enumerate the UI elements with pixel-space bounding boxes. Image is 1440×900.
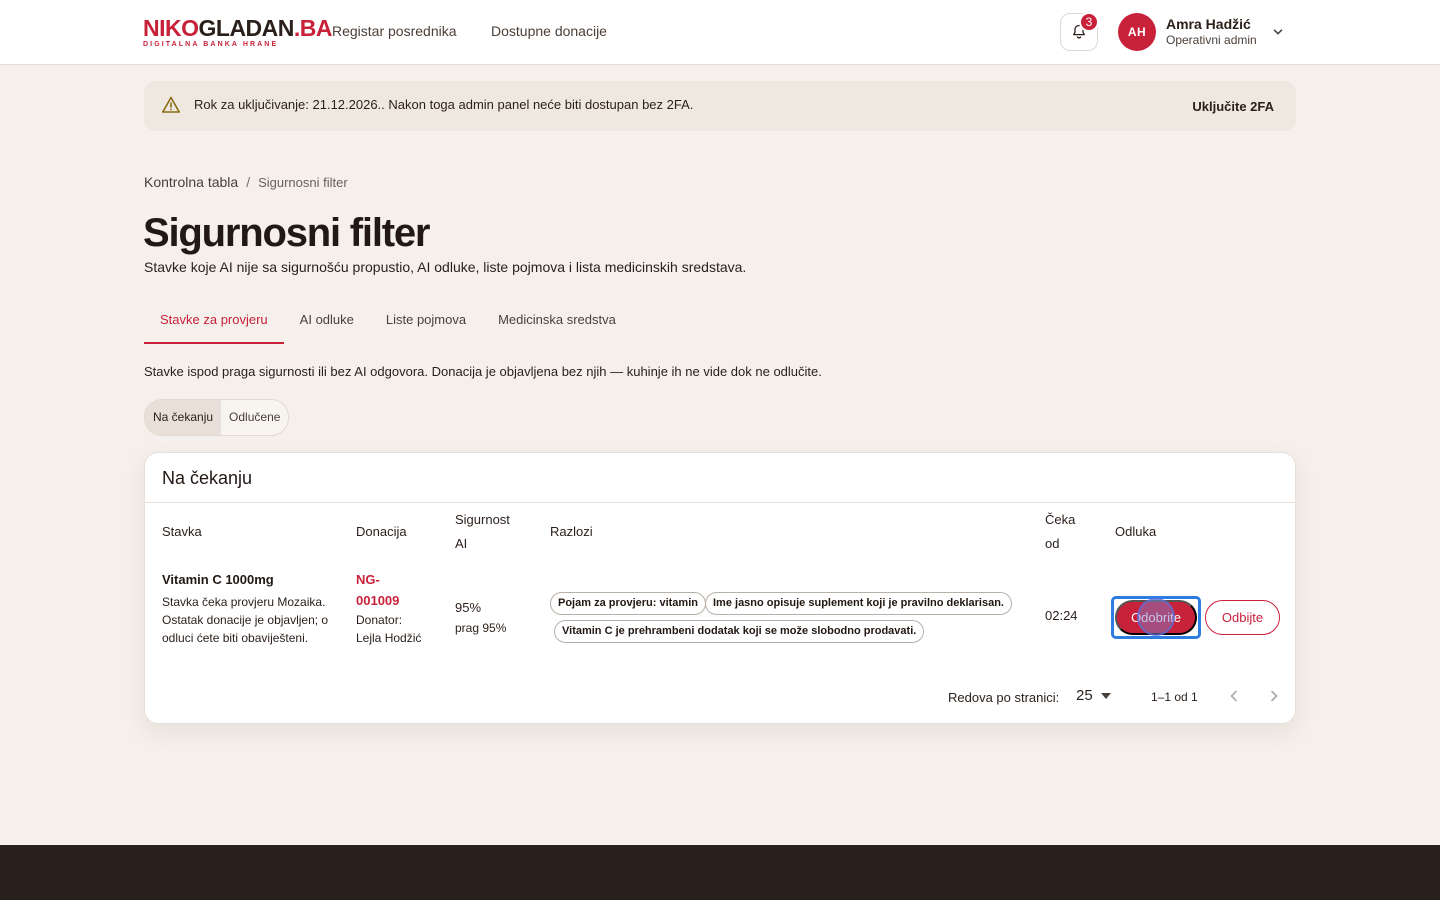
- chevron-right-icon[interactable]: [1267, 689, 1281, 703]
- logo[interactable]: NIKOGLADAN.BA DIGITALNA BANKA HRANE: [143, 15, 333, 49]
- pending-card: Na čekanju Stavka Donacija Sigurnost AI R…: [144, 452, 1296, 724]
- enable-2fa-link[interactable]: Uključite 2FA: [1192, 99, 1274, 114]
- item-description: Stavka čeka provjeru Mozaika. Ostatak do…: [162, 595, 329, 645]
- column-header-item: Stavka: [162, 524, 202, 539]
- donor-name: Donator: Lejla Hodžić: [356, 613, 422, 645]
- user-name[interactable]: Amra Hadžić: [1166, 16, 1251, 32]
- reason-chip: Vitamin C je prehrambeni dodatak koji se…: [554, 620, 925, 643]
- page-subtitle: Stavke koje AI nije sa sigurnošću propus…: [144, 259, 747, 275]
- tab-ai-odluke[interactable]: AI odluke: [284, 300, 370, 344]
- card-title: Na čekanju: [162, 468, 253, 488]
- card-divider: [145, 502, 1295, 503]
- rows-per-page-label: Redova po stranici:: [948, 690, 1060, 705]
- breadcrumb-home[interactable]: Kontrolna tabla: [144, 174, 238, 190]
- segment-pending[interactable]: Na čekanju: [145, 400, 222, 435]
- tab-medicinska-sredstva[interactable]: Medicinska sredstva: [482, 300, 632, 344]
- twofa-alert: Rok za uključivanje: 21.12.2026.. Nakon …: [144, 81, 1296, 131]
- column-header-confidence: Sigurnost AI: [455, 512, 510, 551]
- top-header: NIKOGLADAN.BA DIGITALNA BANKA HRANE Regi…: [0, 0, 1440, 65]
- donation-id-link[interactable]: NG-001009: [356, 569, 416, 611]
- rows-per-page-value: 25: [1076, 687, 1093, 704]
- tab-stavke-za-provjeru[interactable]: Stavke za provjeru: [144, 300, 284, 344]
- breadcrumb: Kontrolna tabla / Sigurnosni filter: [144, 174, 348, 190]
- tab-bar: Stavke za provjeru AI odluke Liste pojmo…: [144, 300, 632, 344]
- logo-tagline: DIGITALNA BANKA HRANE: [143, 41, 279, 48]
- tab-liste-pojmova[interactable]: Liste pojmova: [370, 300, 482, 344]
- chevron-left-icon[interactable]: [1227, 689, 1241, 703]
- reason-chip: Pojam za provjeru: vitamin: [550, 592, 706, 615]
- notification-badge: 3: [1079, 12, 1099, 32]
- segment-decided[interactable]: Odlučene: [221, 400, 288, 435]
- column-header-waiting: Čeka od: [1045, 512, 1076, 551]
- rows-per-page-select[interactable]: 25: [1076, 687, 1111, 704]
- logo-wordmark: NIKOGLADAN.BA: [143, 15, 333, 41]
- ai-confidence: 95%: [455, 600, 482, 615]
- breadcrumb-current: Sigurnosni filter: [258, 174, 348, 190]
- reject-button[interactable]: Odbijte: [1205, 600, 1280, 635]
- reason-chip: Ime jasno opisuje suplement koji je prav…: [705, 592, 1012, 615]
- chevron-down-icon[interactable]: [1272, 26, 1284, 38]
- column-header-decision: Odluka: [1115, 524, 1157, 539]
- pagination-range: 1–1 od 1: [1151, 690, 1198, 704]
- approve-button[interactable]: Odobrite: [1115, 600, 1197, 635]
- confidence-threshold: prag 95%: [455, 621, 507, 635]
- alert-text: Rok za uključivanje: 21.12.2026.. Nakon …: [194, 97, 694, 112]
- nav-dostupne-donacije[interactable]: Dostupne donacije: [491, 23, 607, 39]
- user-role: Operativni admin: [1166, 33, 1257, 47]
- warning-icon: [162, 96, 180, 113]
- avatar[interactable]: AH: [1118, 13, 1156, 51]
- waiting-time: 02:24: [1045, 608, 1078, 623]
- item-name: Vitamin C 1000mg: [162, 572, 274, 587]
- column-header-reasons: Razlozi: [550, 524, 593, 539]
- page-title: Sigurnosni filter: [143, 211, 430, 255]
- caret-down-icon: [1100, 692, 1111, 699]
- nav-registar-posrednika[interactable]: Registar posrednika: [332, 23, 457, 39]
- tab-description: Stavke ispod praga sigurnosti ili bez AI…: [144, 364, 822, 379]
- breadcrumb-separator: /: [246, 174, 251, 190]
- status-segmented-control: Na čekanju Odlučene: [144, 399, 290, 436]
- footer: [0, 845, 1440, 900]
- column-header-donation: Donacija: [356, 524, 407, 539]
